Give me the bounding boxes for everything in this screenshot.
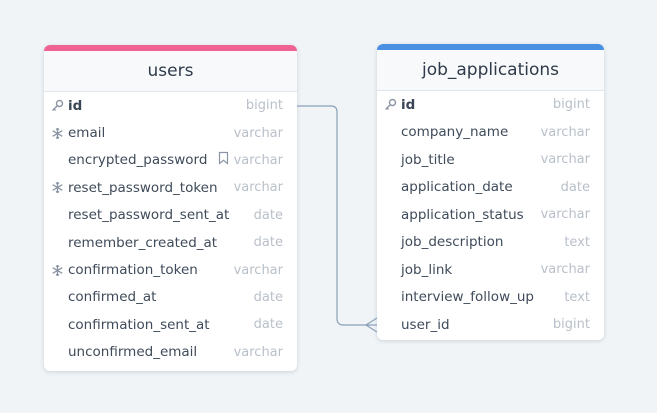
relationship-connector[interactable] — [0, 0, 657, 413]
connector-line — [297, 105, 377, 326]
